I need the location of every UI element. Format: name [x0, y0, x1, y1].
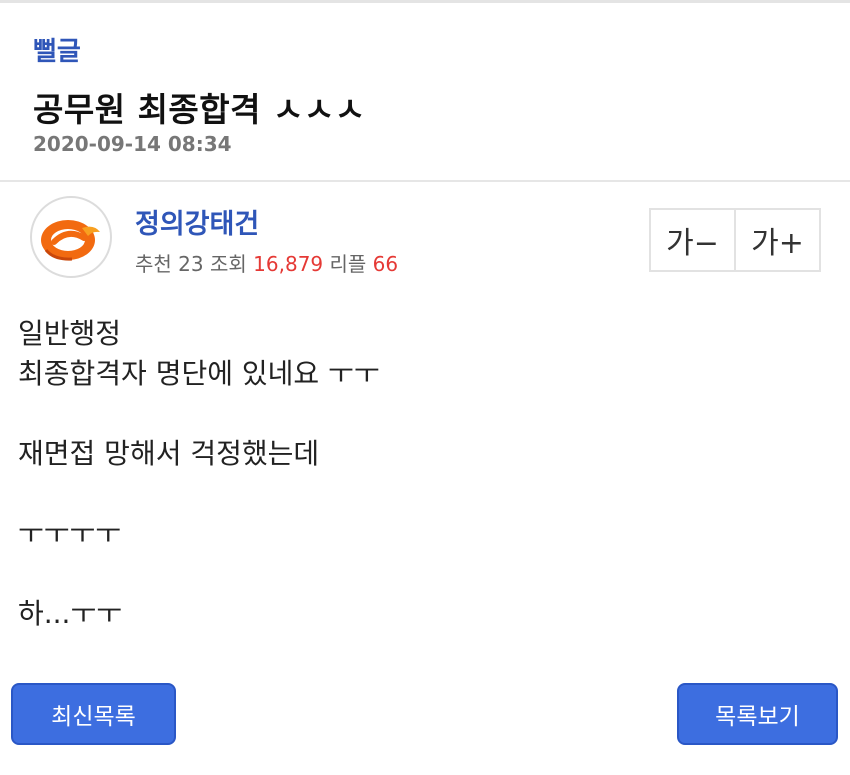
post-date: 2020-09-14 08:34 [33, 132, 232, 156]
post-stats: 추천 23 조회 16,879 리플 66 [135, 248, 398, 277]
replies-count: 66 [372, 252, 399, 276]
orange-e-logo-icon [41, 220, 100, 261]
font-increase-button[interactable]: 가+ [734, 210, 819, 270]
font-size-controls: 가− 가+ [649, 208, 821, 272]
content-line: 일반행정 [18, 317, 122, 350]
author-name[interactable]: 정의강태건 [135, 202, 259, 241]
content-line [18, 394, 838, 434]
font-decrease-button[interactable]: 가− [651, 210, 734, 270]
latest-list-button[interactable]: 최신목록 [11, 683, 176, 745]
content-line: 하...ㅜㅜ [18, 597, 122, 630]
replies-label: 리플 [329, 252, 367, 276]
views-label: 조회 [209, 252, 247, 276]
views-count: 16,879 [253, 252, 324, 276]
post-title: 공무원 최종합격 ㅅㅅㅅ [33, 90, 366, 129]
view-list-button[interactable]: 목록보기 [677, 683, 838, 745]
content-line: 최종합격자 명단에 있네요 ㅜㅜ [18, 357, 380, 390]
recommend-count: 23 [178, 252, 204, 276]
avatar[interactable] [30, 196, 112, 278]
content-line: 재면접 망해서 걱정했는데 [18, 437, 320, 470]
author-info: 정의강태건 추천 23 조회 16,879 리플 66 가− 가+ [0, 182, 850, 292]
recommend-label: 추천 [135, 252, 172, 276]
content-line [18, 474, 838, 514]
content-line: ㅜㅜㅜㅜ [18, 517, 122, 550]
content-line [18, 554, 838, 594]
post-header: 뻘글 공무원 최종합격 ㅅㅅㅅ 2020-09-14 08:34 [0, 3, 850, 181]
board-name[interactable]: 뻘글 [33, 31, 81, 68]
post-content: 일반행정 최종합격자 명단에 있네요 ㅜㅜ 재면접 망해서 걱정했는데 ㅜㅜㅜㅜ… [18, 314, 838, 634]
